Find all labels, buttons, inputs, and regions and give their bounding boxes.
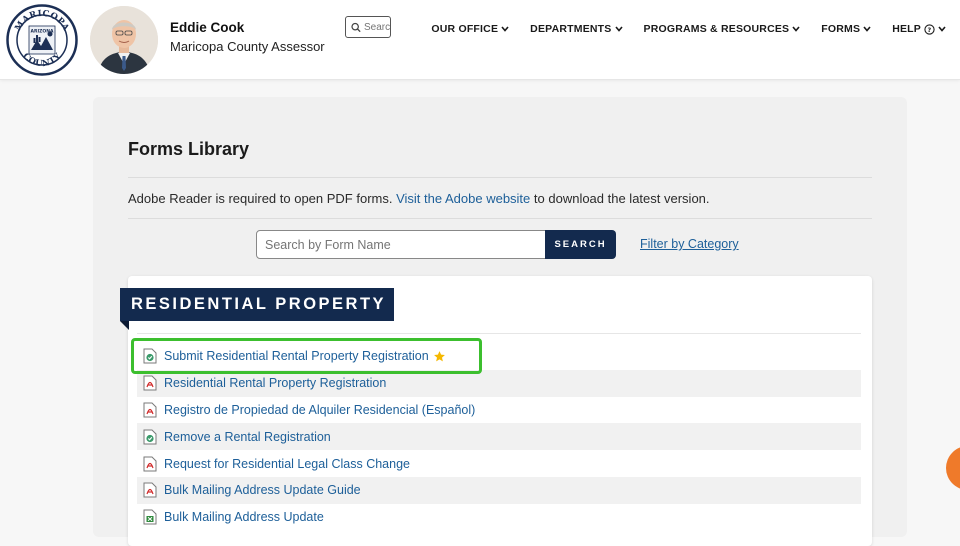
nav-item-help[interactable]: HELP ? bbox=[892, 23, 946, 35]
nav-item-departments[interactable]: DEPARTMENTS bbox=[530, 23, 623, 35]
site-header: MARICOPA COUNTY ARIZONA Eddie Cook Maric… bbox=[0, 0, 960, 80]
county-seal-logo[interactable]: MARICOPA COUNTY ARIZONA bbox=[6, 4, 78, 76]
nav-item-label: HELP bbox=[892, 23, 921, 35]
notice-text-end: to download the latest version. bbox=[533, 191, 710, 206]
chevron-down-icon bbox=[614, 26, 623, 32]
nav-item-label: OUR OFFICE bbox=[431, 23, 499, 35]
main-nav: OUR OFFICE DEPARTMENTS PROGRAMS & RESOUR… bbox=[410, 23, 946, 35]
chevron-down-icon bbox=[501, 26, 509, 32]
filter-by-category-link[interactable]: Filter by Category bbox=[640, 237, 739, 251]
form-item[interactable]: Remove a Rental Registration bbox=[137, 423, 861, 451]
chevron-down-icon bbox=[792, 26, 800, 32]
official-name: Eddie Cook bbox=[170, 20, 245, 35]
highlight-box bbox=[131, 338, 482, 374]
form-item-label: Registro de Propiedad de Alquiler Reside… bbox=[164, 402, 476, 417]
assessor-avatar bbox=[90, 6, 158, 74]
divider bbox=[137, 333, 861, 334]
divider bbox=[128, 218, 872, 219]
form-item-label: Request for Residential Legal Class Chan… bbox=[164, 456, 410, 471]
form-item[interactable]: Registro de Propiedad de Alquiler Reside… bbox=[137, 397, 861, 424]
page-title: Forms Library bbox=[128, 139, 250, 159]
adobe-notice: Adobe Reader is required to open PDF for… bbox=[128, 191, 710, 206]
adobe-website-link[interactable]: Visit the Adobe website bbox=[396, 191, 530, 206]
nav-item-label: DEPARTMENTS bbox=[530, 23, 612, 35]
category-heading: RESIDENTIAL PROPERTY bbox=[120, 288, 394, 321]
pdf-icon bbox=[143, 402, 157, 418]
official-title: Maricopa County Assessor bbox=[170, 39, 325, 54]
form-item[interactable]: Request for Residential Legal Class Chan… bbox=[137, 450, 861, 477]
form-item[interactable]: Bulk Mailing Address Update bbox=[137, 504, 861, 531]
form-search-input[interactable] bbox=[257, 231, 545, 258]
nav-item-our-office[interactable]: OUR OFFICE bbox=[431, 23, 509, 35]
chevron-down-icon bbox=[863, 26, 871, 32]
nav-item-label: FORMS bbox=[821, 23, 861, 35]
form-item-label: Residential Rental Property Registration bbox=[164, 376, 387, 391]
form-item-label: Bulk Mailing Address Update Guide bbox=[164, 483, 361, 498]
site-search-box[interactable] bbox=[345, 16, 391, 38]
form-search-box[interactable] bbox=[256, 230, 546, 259]
banner-fold bbox=[120, 321, 129, 330]
notice-text: Adobe Reader is required to open PDF for… bbox=[128, 191, 393, 206]
pdf-icon bbox=[143, 456, 157, 472]
form-item[interactable]: Bulk Mailing Address Update Guide bbox=[137, 476, 861, 504]
help-circle-icon: ? bbox=[924, 23, 935, 35]
floating-action-button[interactable] bbox=[946, 446, 960, 490]
nav-item-programs-resources[interactable]: PROGRAMS & RESOURCES bbox=[644, 23, 801, 35]
chevron-down-icon bbox=[938, 26, 946, 32]
site-search-input[interactable] bbox=[364, 21, 390, 33]
pdf-icon bbox=[143, 482, 157, 498]
search-icon[interactable] bbox=[351, 22, 361, 33]
form-item-label: Remove a Rental Registration bbox=[164, 429, 331, 444]
nav-item-forms[interactable]: FORMS bbox=[821, 23, 871, 35]
search-button[interactable]: SEARCH bbox=[545, 230, 616, 259]
svg-text:?: ? bbox=[928, 25, 932, 33]
pdf-icon bbox=[143, 375, 157, 391]
divider bbox=[128, 177, 872, 178]
spreadsheet-icon bbox=[143, 509, 157, 525]
form-item-label: Bulk Mailing Address Update bbox=[164, 510, 324, 525]
nav-item-label: PROGRAMS & RESOURCES bbox=[643, 23, 790, 35]
online-form-icon bbox=[143, 429, 157, 445]
